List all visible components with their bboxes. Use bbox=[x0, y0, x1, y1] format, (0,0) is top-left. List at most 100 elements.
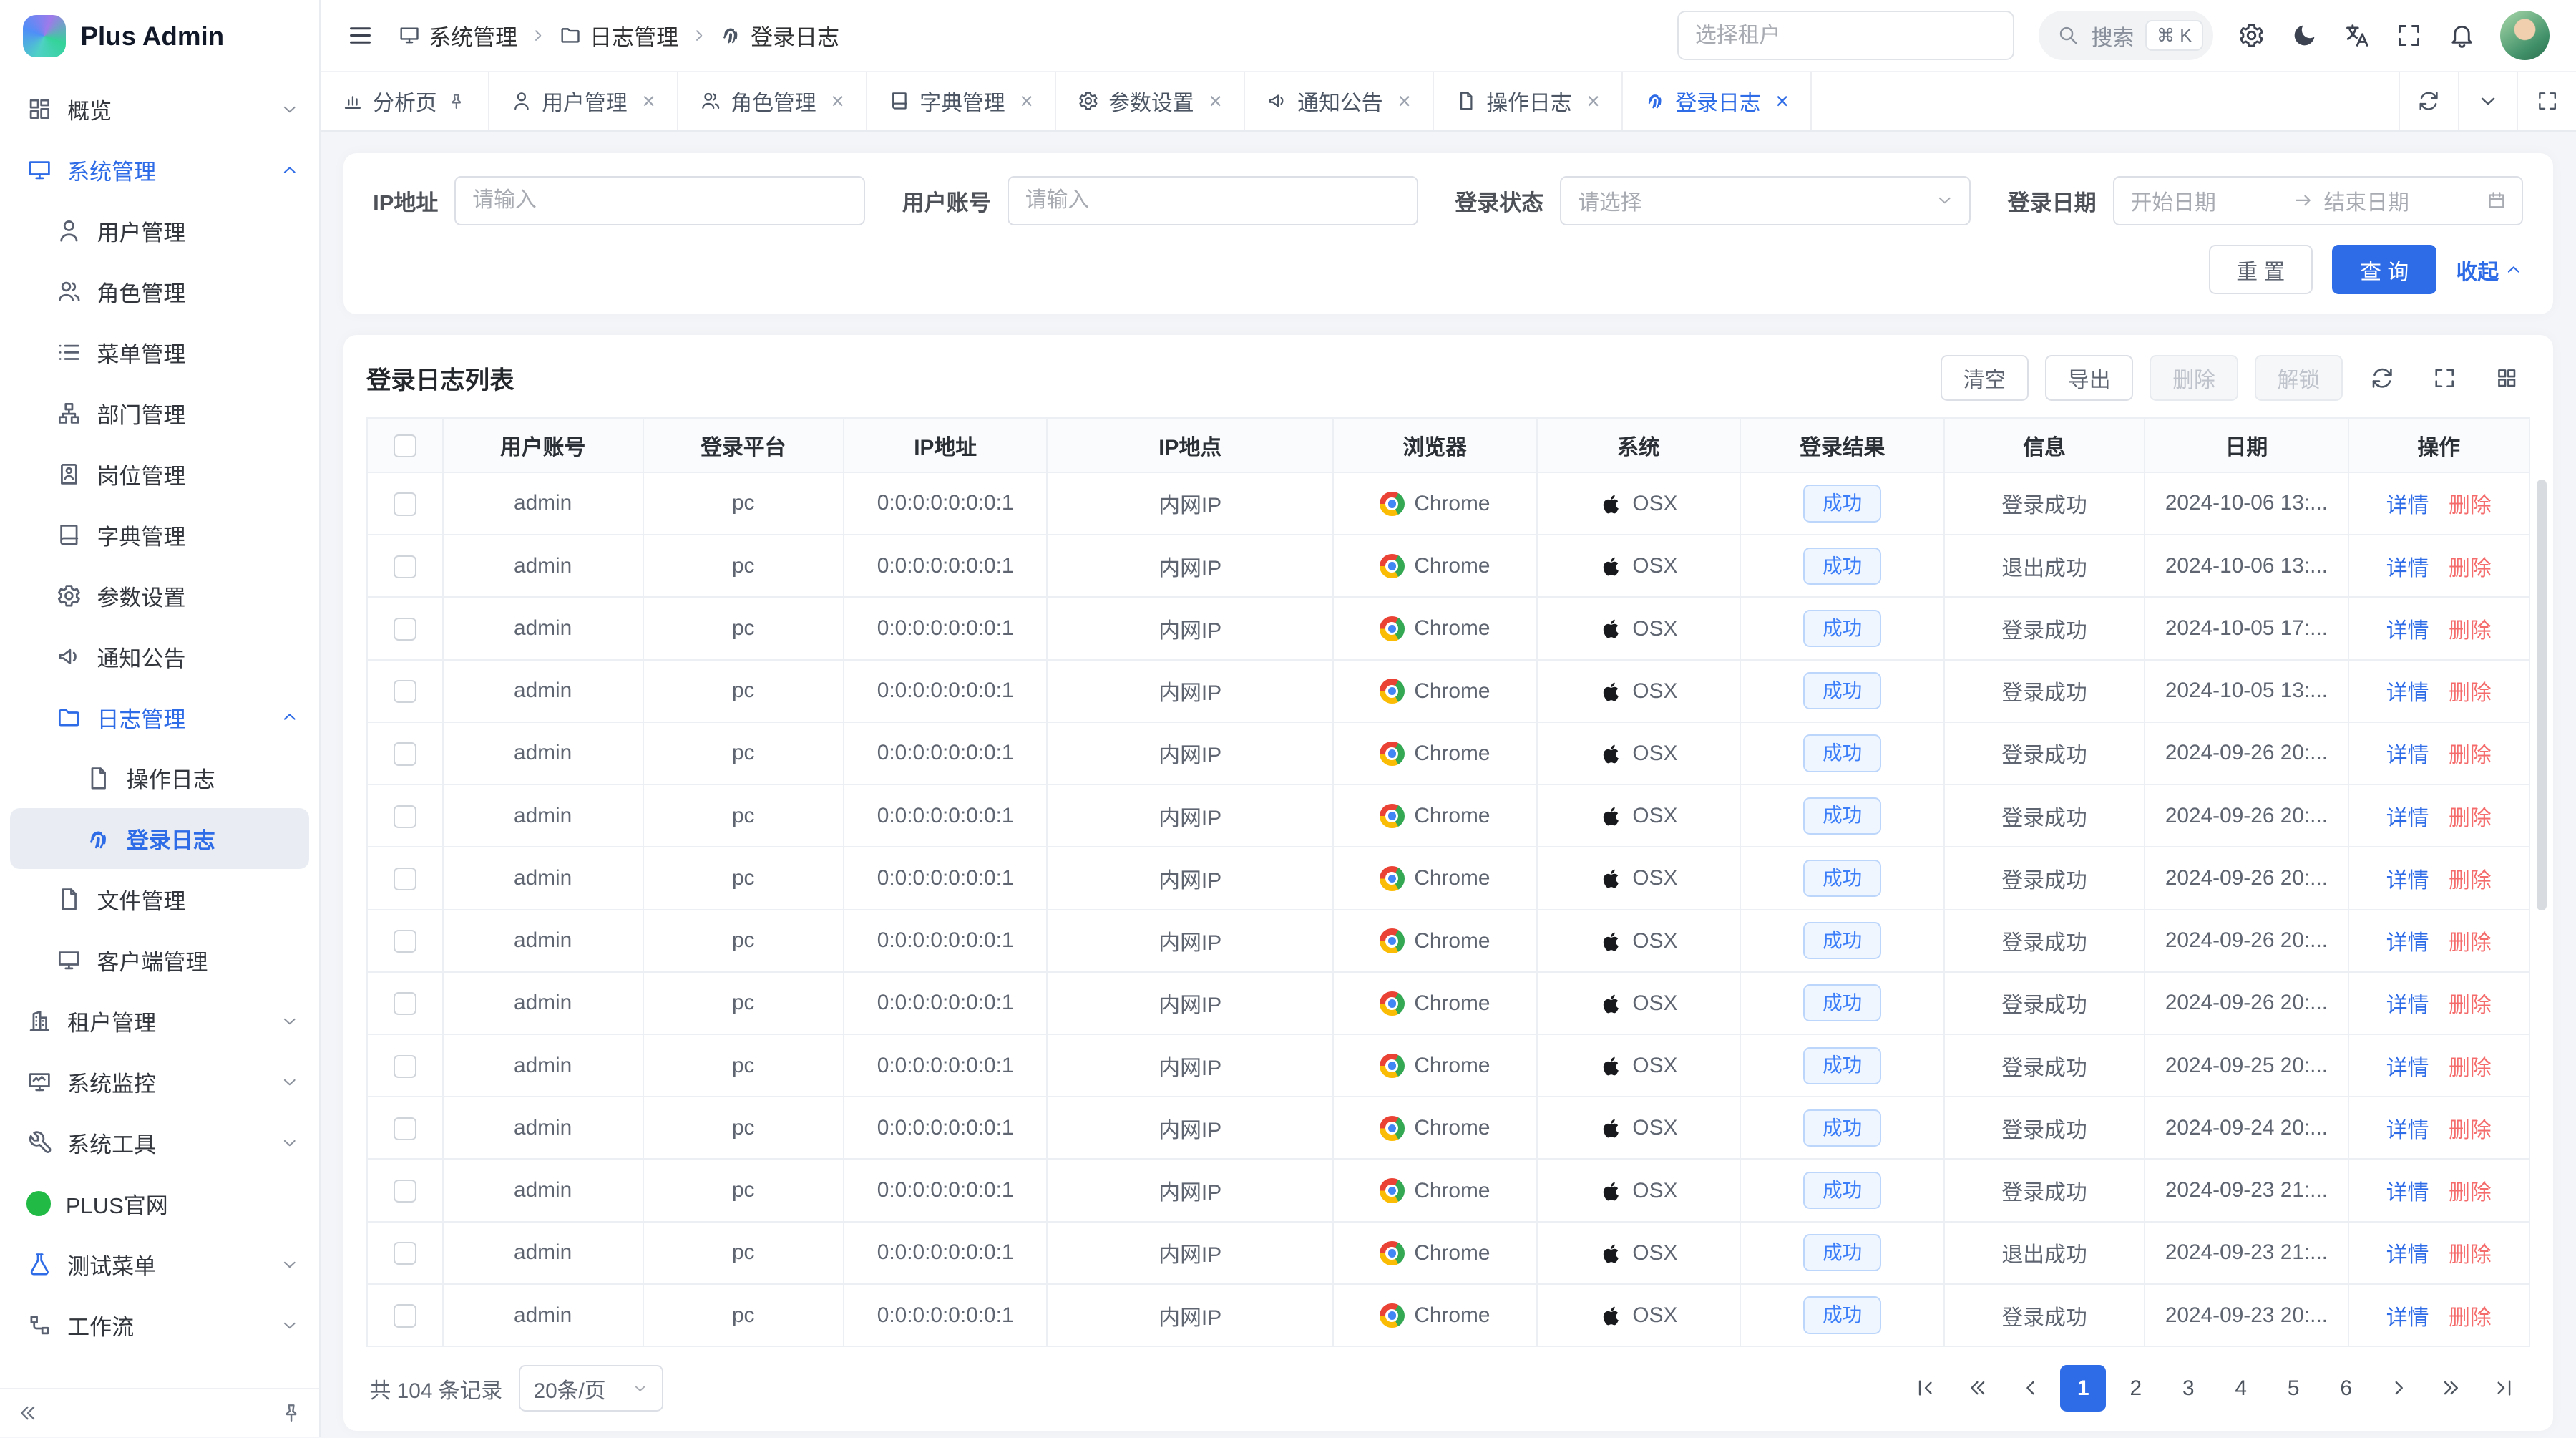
first-page-button[interactable] bbox=[1903, 1365, 1948, 1411]
detail-link[interactable]: 详情 bbox=[2386, 869, 2429, 893]
detail-link[interactable]: 详情 bbox=[2386, 931, 2429, 955]
row-checkbox[interactable] bbox=[394, 1304, 416, 1327]
delete-link[interactable]: 删除 bbox=[2449, 869, 2492, 893]
dark-mode-icon[interactable] bbox=[2290, 21, 2318, 49]
row-checkbox[interactable] bbox=[394, 805, 416, 828]
row-checkbox[interactable] bbox=[394, 492, 416, 515]
sidebar-item[interactable]: 概览 bbox=[0, 79, 319, 140]
sidebar-item[interactable]: 参数设置 bbox=[0, 565, 319, 626]
account-input[interactable] bbox=[1008, 176, 1418, 225]
fullscreen-table-icon[interactable] bbox=[2421, 355, 2467, 401]
delete-button[interactable]: 删除 bbox=[2150, 355, 2238, 401]
tab[interactable]: 角色管理× bbox=[678, 72, 867, 130]
refresh-table-icon[interactable] bbox=[2359, 355, 2405, 401]
reset-button[interactable]: 重 置 bbox=[2209, 245, 2313, 294]
unlock-button[interactable]: 解锁 bbox=[2255, 355, 2343, 401]
delete-link[interactable]: 删除 bbox=[2449, 1119, 2492, 1142]
page-size-select[interactable]: 20条/页 bbox=[519, 1365, 663, 1411]
tab-close-icon[interactable]: × bbox=[1586, 89, 1600, 112]
prev-page-button[interactable] bbox=[2008, 1365, 2054, 1411]
pin-sidebar-icon[interactable] bbox=[280, 1401, 303, 1424]
delete-link[interactable]: 删除 bbox=[2449, 994, 2492, 1017]
delete-link[interactable]: 删除 bbox=[2449, 1181, 2492, 1205]
avatar[interactable] bbox=[2500, 11, 2550, 60]
table-scrollbar[interactable] bbox=[2537, 480, 2547, 910]
delete-link[interactable]: 删除 bbox=[2449, 807, 2492, 830]
delete-link[interactable]: 删除 bbox=[2449, 744, 2492, 767]
sidebar-item[interactable]: 工作流 bbox=[0, 1295, 319, 1356]
page-button[interactable]: 2 bbox=[2113, 1365, 2159, 1411]
refresh-tab-icon[interactable] bbox=[2399, 72, 2458, 130]
last-page-button[interactable] bbox=[2481, 1365, 2527, 1411]
detail-link[interactable]: 详情 bbox=[2386, 744, 2429, 767]
delete-link[interactable]: 删除 bbox=[2449, 619, 2492, 643]
sidebar-item[interactable]: 系统工具 bbox=[0, 1112, 319, 1173]
fullscreen-icon[interactable] bbox=[2395, 21, 2423, 49]
tab[interactable]: 字典管理× bbox=[867, 72, 1056, 130]
tab-close-icon[interactable]: × bbox=[1209, 89, 1222, 112]
detail-link[interactable]: 详情 bbox=[2386, 807, 2429, 830]
collapse-sidebar-icon[interactable] bbox=[16, 1401, 39, 1424]
sidebar-item[interactable]: 测试菜单 bbox=[0, 1234, 319, 1295]
row-checkbox[interactable] bbox=[394, 1117, 416, 1140]
tab[interactable]: 操作日志× bbox=[1434, 72, 1623, 130]
tenant-select-input[interactable] bbox=[1677, 11, 2014, 60]
sidebar-item[interactable]: 字典管理 bbox=[0, 505, 319, 565]
delete-link[interactable]: 删除 bbox=[2449, 1243, 2492, 1267]
tab[interactable]: 通知公告× bbox=[1245, 72, 1434, 130]
row-checkbox[interactable] bbox=[394, 1055, 416, 1078]
status-select[interactable]: 请选择 bbox=[1560, 176, 1971, 225]
sidebar-item[interactable]: 日志管理 bbox=[0, 687, 319, 748]
detail-link[interactable]: 详情 bbox=[2386, 557, 2429, 580]
tab-close-icon[interactable]: × bbox=[1020, 89, 1033, 112]
row-checkbox[interactable] bbox=[394, 680, 416, 703]
tab-close-icon[interactable]: × bbox=[831, 89, 844, 112]
date-range-picker[interactable]: 开始日期 结束日期 bbox=[2113, 176, 2524, 225]
language-icon[interactable] bbox=[2343, 21, 2371, 49]
jump-forward-button[interactable] bbox=[2428, 1365, 2474, 1411]
hamburger-icon[interactable] bbox=[346, 21, 374, 49]
sidebar-item[interactable]: 岗位管理 bbox=[0, 444, 319, 505]
query-button[interactable]: 查 询 bbox=[2332, 245, 2436, 294]
detail-link[interactable]: 详情 bbox=[2386, 494, 2429, 518]
sidebar-item[interactable]: 菜单管理 bbox=[0, 322, 319, 383]
sidebar-item[interactable]: 租户管理 bbox=[0, 991, 319, 1051]
tab-close-icon[interactable]: × bbox=[1775, 89, 1789, 112]
breadcrumb-item[interactable]: 系统管理 bbox=[398, 19, 518, 52]
row-checkbox[interactable] bbox=[394, 555, 416, 578]
column-settings-icon[interactable] bbox=[2484, 355, 2529, 401]
delete-link[interactable]: 删除 bbox=[2449, 681, 2492, 705]
sidebar-item[interactable]: 系统管理 bbox=[0, 140, 319, 200]
jump-back-button[interactable] bbox=[1955, 1365, 2001, 1411]
tab[interactable]: 参数设置× bbox=[1056, 72, 1245, 130]
settings-icon[interactable] bbox=[2238, 21, 2265, 49]
page-button[interactable]: 3 bbox=[2165, 1365, 2211, 1411]
breadcrumb-item[interactable]: 登录日志 bbox=[719, 19, 839, 52]
row-checkbox[interactable] bbox=[394, 868, 416, 890]
detail-link[interactable]: 详情 bbox=[2386, 1181, 2429, 1205]
detail-link[interactable]: 详情 bbox=[2386, 1056, 2429, 1080]
sidebar-item[interactable]: 部门管理 bbox=[0, 383, 319, 444]
delete-link[interactable]: 删除 bbox=[2449, 557, 2492, 580]
tab[interactable]: 用户管理× bbox=[489, 72, 678, 130]
delete-link[interactable]: 删除 bbox=[2449, 1056, 2492, 1080]
sidebar-item[interactable]: 客户端管理 bbox=[0, 930, 319, 991]
row-checkbox[interactable] bbox=[394, 1180, 416, 1203]
pin-icon[interactable] bbox=[447, 92, 467, 112]
maximize-content-icon[interactable] bbox=[2517, 72, 2576, 130]
detail-link[interactable]: 详情 bbox=[2386, 681, 2429, 705]
tabs-menu-icon[interactable] bbox=[2458, 72, 2517, 130]
sidebar-item[interactable]: PLUS官网 bbox=[0, 1173, 319, 1234]
detail-link[interactable]: 详情 bbox=[2386, 619, 2429, 643]
row-checkbox[interactable] bbox=[394, 434, 416, 457]
sidebar-item[interactable]: 角色管理 bbox=[0, 261, 319, 322]
row-checkbox[interactable] bbox=[394, 930, 416, 953]
tab-close-icon[interactable]: × bbox=[1397, 89, 1411, 112]
page-button[interactable]: 6 bbox=[2323, 1365, 2368, 1411]
app-logo[interactable]: Plus Admin bbox=[0, 0, 319, 72]
ip-input[interactable] bbox=[454, 176, 865, 225]
search-button[interactable]: 搜索 ⌘ K bbox=[2039, 11, 2213, 60]
delete-link[interactable]: 删除 bbox=[2449, 1306, 2492, 1330]
sidebar-item[interactable]: 系统监控 bbox=[0, 1051, 319, 1112]
sidebar-item[interactable]: 文件管理 bbox=[0, 869, 319, 930]
